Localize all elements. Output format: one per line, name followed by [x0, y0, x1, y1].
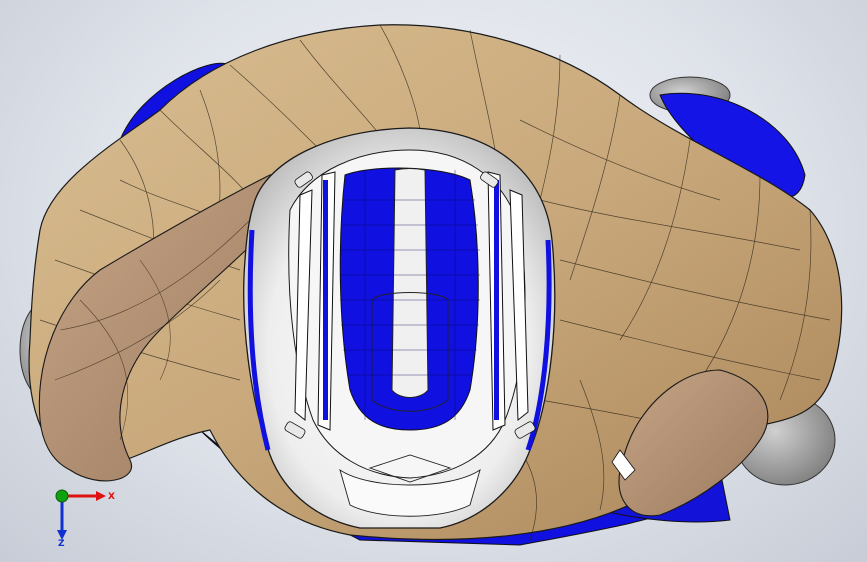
y-axis-dot	[55, 489, 69, 503]
x-axis-arrow	[62, 491, 106, 501]
z-axis-arrow	[57, 496, 67, 540]
x-axis-label: X	[108, 492, 115, 502]
axis-triad: X Z	[55, 489, 115, 548]
graphics-viewport[interactable]: X Z	[0, 0, 867, 562]
3d-model-view[interactable]	[0, 0, 867, 562]
z-axis-label: Z	[58, 539, 65, 548]
hard-hat	[243, 127, 556, 529]
